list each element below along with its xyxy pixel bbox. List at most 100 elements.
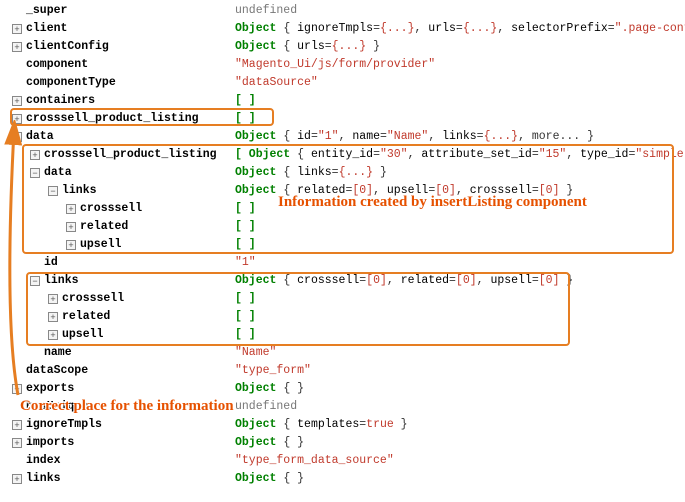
prop-value[interactable]: [ ] xyxy=(235,308,256,326)
prop-data: −data Object { id="1", name="Name", link… xyxy=(0,128,685,146)
prop-clientConfig: + clientConfig Object { urls={...} } xyxy=(0,38,685,56)
prop-key[interactable]: crosssell_product_listing xyxy=(44,146,217,164)
prop-value[interactable]: Object { } xyxy=(235,470,304,488)
prop-key[interactable]: clientConfig xyxy=(26,38,109,56)
prop-key[interactable]: exports xyxy=(26,380,74,398)
expand-icon[interactable]: + xyxy=(12,24,22,34)
prop-key[interactable]: crosssell xyxy=(80,200,142,218)
prop-value[interactable]: [ ] xyxy=(235,92,256,110)
prop-name: name "Name" xyxy=(0,344,685,362)
prop-value: "Name" xyxy=(235,344,276,362)
expand-icon[interactable]: + xyxy=(66,204,76,214)
prop-crosssell-outer: + crosssell [ ] xyxy=(0,290,685,308)
prop-key[interactable]: dataScope xyxy=(26,362,88,380)
prop-key[interactable]: links xyxy=(44,272,79,290)
prop-componentType: componentType "dataSource" xyxy=(0,74,685,92)
prop-client: + client Object { ignoreTmpls={...}, urls… xyxy=(0,20,685,38)
prop-value[interactable]: [ ] xyxy=(235,200,256,218)
prop-key[interactable]: name xyxy=(44,344,72,362)
prop-value[interactable]: Object { ignoreTmpls={...}, urls={...}, … xyxy=(235,20,685,38)
prop-data-inner: −data Object { links={...} } xyxy=(0,164,685,182)
prop-value: "Magento_Ui/js/form/provider" xyxy=(235,56,435,74)
prop-key[interactable]: upsell xyxy=(80,236,121,254)
collapse-icon[interactable]: − xyxy=(30,168,40,178)
prop-value: undefined xyxy=(235,2,297,20)
prop-crosssell_product_listing-outer: + crosssell_product_listing [ ] xyxy=(0,110,685,128)
prop-value: undefined xyxy=(235,398,297,416)
prop-value[interactable]: Object { templates=true } xyxy=(235,416,408,434)
prop-upsell-outer: + upsell [ ] xyxy=(0,326,685,344)
expand-icon[interactable]: + xyxy=(48,330,58,340)
prop-value[interactable]: [ ] xyxy=(235,326,256,344)
prop-imports: + imports Object { } xyxy=(0,434,685,452)
prop-key[interactable]: related xyxy=(80,218,128,236)
prop-value[interactable]: Object { crosssell=[0], related=[0], ups… xyxy=(235,272,573,290)
expand-icon[interactable]: + xyxy=(48,294,58,304)
prop-key[interactable]: upsell xyxy=(62,326,103,344)
expand-icon[interactable]: + xyxy=(12,96,22,106)
expand-icon[interactable]: + xyxy=(48,312,58,322)
prop-links-outer: −links Object { crosssell=[0], related=[… xyxy=(0,272,685,290)
prop-id: id "1" xyxy=(0,254,685,272)
prop-key[interactable]: hasUnique xyxy=(26,398,88,416)
prop-related-inner: + related [ ] xyxy=(0,218,685,236)
prop-key[interactable]: index xyxy=(26,452,61,470)
prop-value: "dataSource" xyxy=(235,74,318,92)
prop-value[interactable]: [ ] xyxy=(235,290,256,308)
prop-key[interactable]: componentType xyxy=(26,74,116,92)
prop-value[interactable]: Object { related=[0], upsell=[0], crosss… xyxy=(235,182,573,200)
prop-links-inner: −links Object { related=[0], upsell=[0],… xyxy=(0,182,685,200)
expand-icon[interactable]: + xyxy=(66,222,76,232)
prop-hasUnique: hasUnique undefined xyxy=(0,398,685,416)
expand-icon[interactable]: + xyxy=(12,420,22,430)
expand-icon[interactable]: + xyxy=(30,150,40,160)
prop-key[interactable]: links xyxy=(62,182,97,200)
expand-icon[interactable]: + xyxy=(12,438,22,448)
prop-crosssell_product_listing-inner: + crosssell_product_listing [ Object { en… xyxy=(0,146,685,164)
prop-key[interactable]: ignoreTmpls xyxy=(26,416,102,434)
prop-value[interactable]: Object { urls={...} } xyxy=(235,38,380,56)
collapse-icon[interactable]: − xyxy=(48,186,58,196)
prop-index: index "type_form_data_source" xyxy=(0,452,685,470)
expand-icon[interactable]: + xyxy=(66,240,76,250)
prop-key[interactable]: crosssell_product_listing xyxy=(26,110,199,128)
prop-key[interactable]: id xyxy=(44,254,58,272)
prop-key[interactable]: related xyxy=(62,308,110,326)
prop-crosssell-inner: + crosssell [ ] xyxy=(0,200,685,218)
prop-component: component "Magento_Ui/js/form/provider" xyxy=(0,56,685,74)
prop-key[interactable]: links xyxy=(26,470,61,488)
prop-_super: _super undefined xyxy=(0,2,685,20)
prop-key[interactable]: imports xyxy=(26,434,74,452)
prop-containers: + containers [ ] xyxy=(0,92,685,110)
prop-key[interactable]: component xyxy=(26,56,88,74)
prop-value: "1" xyxy=(235,254,256,272)
prop-value[interactable]: Object { id="1", name="Name", links={...… xyxy=(235,128,594,146)
prop-key[interactable]: containers xyxy=(26,92,95,110)
prop-dataScope: dataScope "type_form" xyxy=(0,362,685,380)
expand-icon[interactable]: + xyxy=(12,114,22,124)
prop-value[interactable]: [ ] xyxy=(235,110,256,128)
prop-upsell-inner: + upsell [ ] xyxy=(0,236,685,254)
prop-value: "type_form_data_source" xyxy=(235,452,394,470)
prop-key[interactable]: client xyxy=(26,20,67,38)
prop-related-outer: + related [ ] xyxy=(0,308,685,326)
expand-icon[interactable]: + xyxy=(12,384,22,394)
prop-ignoreTmpls: + ignoreTmpls Object { templates=true } xyxy=(0,416,685,434)
collapse-icon[interactable]: − xyxy=(30,276,40,286)
prop-value[interactable]: Object { } xyxy=(235,380,304,398)
prop-key[interactable]: data xyxy=(26,128,54,146)
prop-key[interactable]: crosssell xyxy=(62,290,124,308)
prop-links-bottom: + links Object { } xyxy=(0,470,685,488)
prop-value[interactable]: [ ] xyxy=(235,218,256,236)
prop-value: "type_form" xyxy=(235,362,311,380)
prop-value[interactable]: Object { } xyxy=(235,434,304,452)
prop-key[interactable]: _super xyxy=(26,2,67,20)
prop-exports: + exports Object { } xyxy=(0,380,685,398)
prop-value[interactable]: [ Object { entity_id="30", attribute_set… xyxy=(235,146,685,164)
prop-value[interactable]: Object { links={...} } xyxy=(235,164,387,182)
collapse-icon[interactable]: − xyxy=(12,132,22,142)
prop-value[interactable]: [ ] xyxy=(235,236,256,254)
prop-key[interactable]: data xyxy=(44,164,72,182)
expand-icon[interactable]: + xyxy=(12,474,22,484)
expand-icon[interactable]: + xyxy=(12,42,22,52)
